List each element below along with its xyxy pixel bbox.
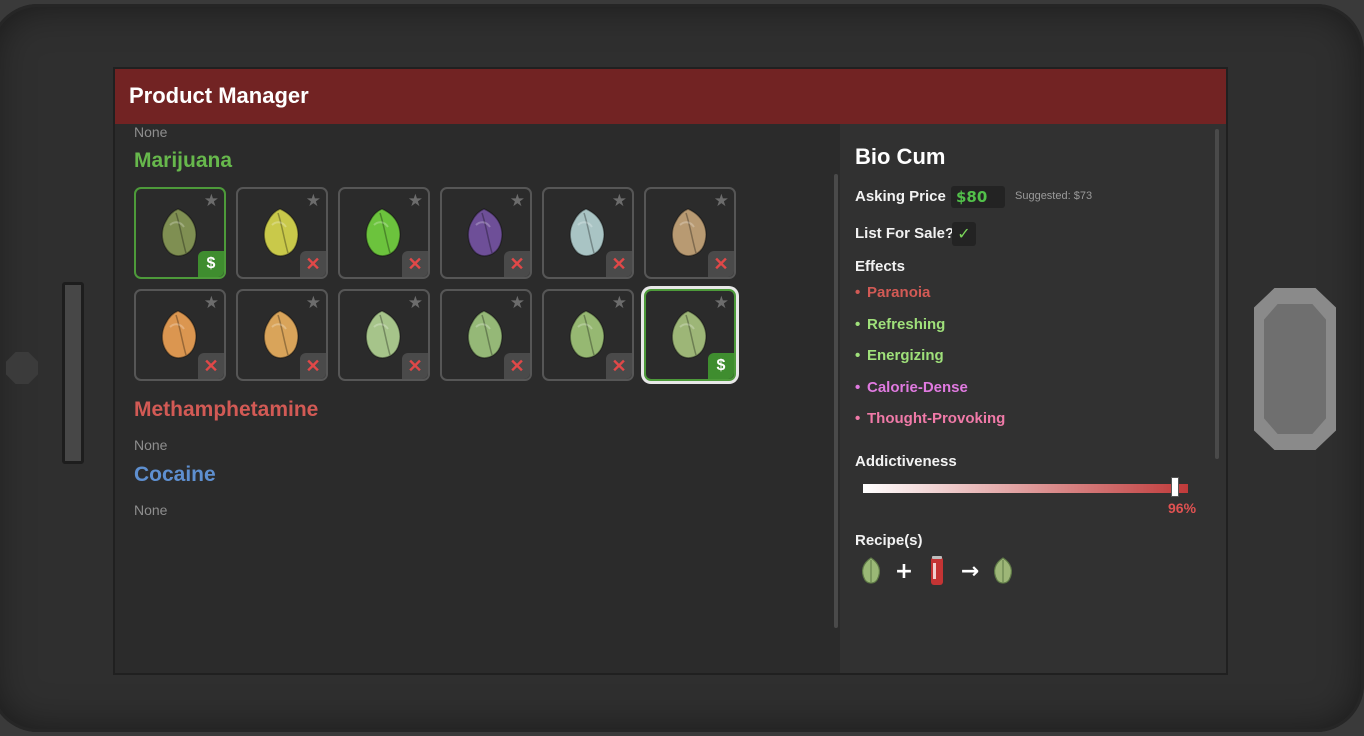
favorite-star-icon[interactable]: ★ [306, 294, 321, 312]
effect-item: • Thought-Provoking [855, 410, 1006, 427]
listed-dollar-icon: $ [198, 251, 224, 277]
weed-bud-icon [161, 310, 197, 359]
effect-item: • Energizing [855, 347, 944, 364]
effects-list: • Paranoia • Refreshing • Energizing • Calorie-… [855, 284, 1005, 442]
favorite-star-icon[interactable]: ★ [510, 192, 525, 210]
product-tile[interactable]: ★ ✕ [338, 187, 430, 279]
detail-scrollbar[interactable] [1215, 129, 1219, 459]
recipes-label: Recipe(s) [855, 532, 923, 549]
effect-item: • Calorie-Dense [855, 378, 968, 396]
unlisted-x-icon: ✕ [504, 353, 530, 379]
product-list-scrollbar[interactable] [834, 174, 838, 628]
product-tile[interactable]: ★ ✕ [542, 187, 634, 279]
category-title-methamphetamine: Methamphetamine [134, 398, 319, 421]
weed-bud-icon [569, 208, 605, 257]
recipe-output-leaf-icon[interactable] [987, 554, 1019, 588]
recipe-plus: + [894, 558, 914, 584]
unlisted-x-icon: ✕ [606, 251, 632, 277]
favorite-star-icon[interactable]: ★ [204, 192, 219, 210]
tablet-side-slot [62, 282, 84, 464]
list-for-sale-checkbox[interactable]: ✓ [952, 222, 976, 246]
product-tile[interactable]: ★ ✕ [542, 289, 634, 381]
tablet-home-button-inner [1264, 304, 1326, 434]
addictiveness-percent: 96% [1168, 500, 1197, 516]
favorite-star-icon[interactable]: ★ [408, 294, 423, 312]
marijuana-product-grid: ★ $ ★ ✕ ★ ✕ ★ ✕ ★ ✕ ★ ✕ ★ ✕ ★ ✕ ★ ✕ ★ ✕ ★ ✕ ★ $ [134, 187, 754, 381]
product-tile[interactable]: ★ ✕ [236, 289, 328, 381]
favorite-star-icon[interactable]: ★ [408, 192, 423, 210]
favorite-star-icon[interactable]: ★ [204, 294, 219, 312]
addictiveness-marker [1171, 477, 1179, 497]
weed-bud-icon [467, 208, 503, 257]
unlisted-x-icon: ✕ [708, 251, 734, 277]
product-tile[interactable]: ★ ✕ [134, 289, 226, 381]
favorite-star-icon[interactable]: ★ [306, 192, 321, 210]
unlisted-x-icon: ✕ [606, 353, 632, 379]
unlisted-x-icon: ✕ [504, 251, 530, 277]
unlisted-x-icon: ✕ [198, 353, 224, 379]
asking-price-label: Asking Price [855, 188, 946, 205]
listed-dollar-icon: $ [708, 353, 734, 379]
unlisted-x-icon: ✕ [300, 353, 326, 379]
product-detail-pane: Bio Cum Asking Price $80 Suggested: $73 … [840, 124, 1226, 673]
effect-item: • Paranoia [855, 284, 931, 301]
list-for-sale-label: List For Sale? [855, 225, 955, 242]
product-tile[interactable]: ★ ✕ [338, 289, 430, 381]
product-name: Bio Cum [855, 144, 946, 169]
weed-bud-icon [263, 310, 299, 359]
product-tile[interactable]: ★ ✕ [440, 289, 532, 381]
favorite-star-icon[interactable]: ★ [714, 294, 729, 312]
title-bar: Product Manager [115, 69, 1226, 124]
category-title-cocaine: Cocaine [134, 463, 216, 486]
weed-bud-icon [365, 310, 401, 359]
favorite-star-icon[interactable]: ★ [714, 192, 729, 210]
cocaine-none: None [134, 502, 168, 518]
previous-category-none: None [134, 124, 168, 140]
unlisted-x-icon: ✕ [402, 353, 428, 379]
product-tile[interactable]: ★ ✕ [440, 187, 532, 279]
weed-bud-icon [263, 208, 299, 257]
weed-bud-icon [467, 310, 503, 359]
favorite-star-icon[interactable]: ★ [612, 294, 627, 312]
unlisted-x-icon: ✕ [402, 251, 428, 277]
addictiveness-bar [863, 484, 1188, 493]
recipe-input-leaf-icon[interactable] [855, 554, 887, 588]
product-tile[interactable]: ★ ✕ [236, 187, 328, 279]
product-tile[interactable]: ★ ✕ [644, 187, 736, 279]
weed-bud-icon [161, 208, 197, 257]
effects-label: Effects [855, 258, 906, 275]
favorite-star-icon[interactable]: ★ [510, 294, 525, 312]
recipe-row: + → [855, 554, 1019, 588]
product-tile[interactable]: ★ $ [134, 187, 226, 279]
product-list-pane[interactable]: None Marijuana ★ $ ★ ✕ ★ ✕ ★ ✕ ★ ✕ ★ ✕ ★ ✕ ★ ✕ ★ ✕ ★ ✕ ★ ✕ ★ $ … [115, 124, 840, 673]
methamphetamine-none: None [134, 437, 168, 453]
weed-bud-icon [671, 310, 707, 359]
weed-bud-icon [671, 208, 707, 257]
recipe-arrow: → [960, 558, 980, 584]
product-manager-window: Product Manager None Marijuana ★ $ ★ ✕ ★ ✕ ★ ✕ ★… [113, 67, 1228, 675]
product-tile[interactable]: ★ $ [644, 289, 736, 381]
asking-price-input[interactable]: $80 [951, 186, 1005, 208]
favorite-star-icon[interactable]: ★ [612, 192, 627, 210]
weed-bud-icon [569, 310, 605, 359]
weed-bud-icon [365, 208, 401, 257]
addictiveness-label: Addictiveness [855, 453, 957, 470]
effect-item: • Refreshing [855, 315, 946, 333]
suggested-price: Suggested: $73 [1015, 190, 1093, 202]
window-title: Product Manager [129, 83, 309, 108]
category-title-marijuana: Marijuana [134, 149, 233, 172]
unlisted-x-icon: ✕ [300, 251, 326, 277]
recipe-soda-can-icon[interactable] [921, 554, 953, 588]
